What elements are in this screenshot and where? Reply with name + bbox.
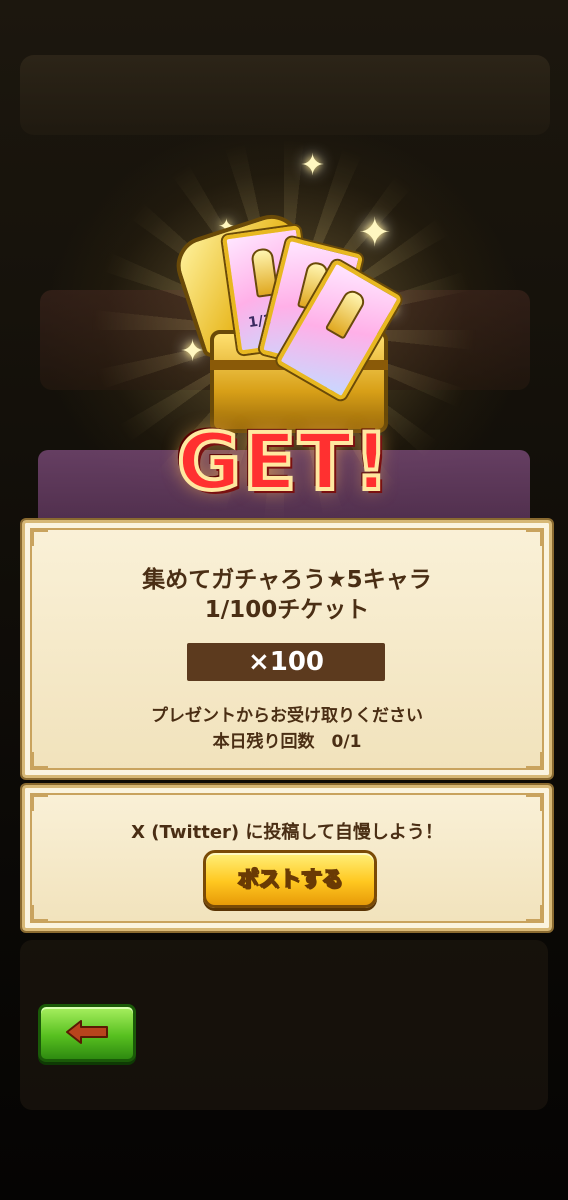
get-banner: GET! [175,416,392,510]
receive-instruction: プレゼントからお受け取りください [151,706,423,726]
treasure-chest-icon: 1/100 [168,207,403,433]
item-name-line2: 1/100チケット [204,597,370,623]
post-button[interactable]: ポストする [203,850,377,908]
quantity-bar: ×100 [187,643,385,681]
item-name-line1: 集めてガチャろう★5キャラ [142,567,432,593]
back-arrow-icon [66,1020,108,1044]
reward-panel: 集めてガチャろう★5キャラ 1/100チケット ×100 プレゼントからお受け取… [22,520,552,778]
key-icon [324,287,368,340]
share-panel: X (Twitter) に投稿して自慢しよう！ ポストする [22,785,552,931]
item-name: 集めてガチャろう★5キャラ 1/100チケット [25,565,549,625]
share-prompt: X (Twitter) に投稿して自慢しよう！ [131,822,443,843]
sparkle-icon: ✦ [300,148,326,183]
background-event-banner [20,55,550,135]
back-button[interactable] [38,1004,136,1062]
remaining-count: 本日残り回数 0/1 [212,732,362,752]
